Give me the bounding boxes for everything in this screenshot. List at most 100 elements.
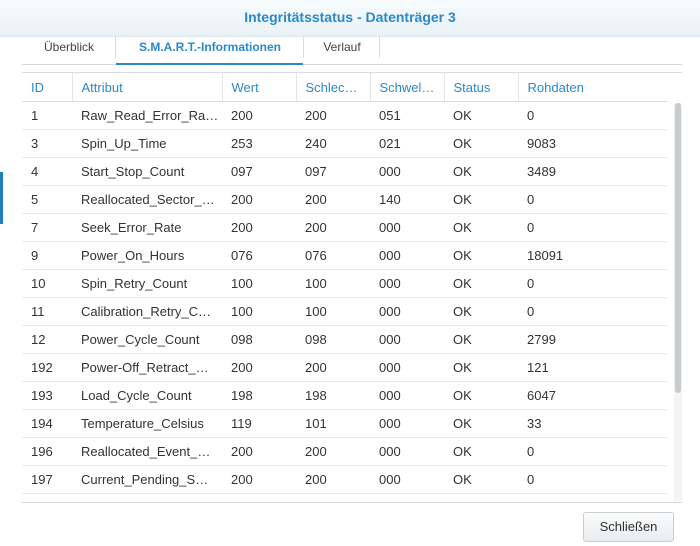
column-header-raw[interactable]: Rohdaten [518, 73, 668, 102]
table-row[interactable]: 9 Power_On_Hours 076 076 000 OK 18091 [22, 241, 668, 270]
cell-id: 11 [22, 297, 72, 326]
cell-threshold: 000 [370, 465, 444, 494]
cell-threshold: 051 [370, 101, 444, 130]
cell-status: OK [444, 129, 518, 158]
scrollbar-thumb[interactable] [675, 103, 681, 393]
cell-id: 5 [22, 185, 72, 214]
table-row[interactable]: 194 Temperature_Celsius 119 101 000 OK 33 [22, 409, 668, 438]
column-header-worst[interactable]: Schlec… [296, 73, 371, 102]
tab-divider [379, 36, 380, 58]
tab-smart-info[interactable]: S.M.A.R.T.-Informationen [116, 36, 304, 65]
cell-value: 097 [222, 157, 296, 186]
cell-value: 200 [222, 465, 296, 494]
cell-raw: 0 [518, 213, 668, 242]
cell-threshold: 000 [370, 157, 444, 186]
footer-divider [22, 502, 682, 503]
cell-worst: 200 [296, 353, 370, 382]
table-row[interactable]: 193 Load_Cycle_Count 198 198 000 OK 6047 [22, 381, 668, 410]
cell-value: 119 [222, 409, 296, 438]
cell-attribute: Reallocated_Event_… [72, 437, 222, 466]
cell-raw: 0 [518, 465, 668, 494]
tab-bar: Überblick S.M.A.R.T.-Informationen Verla… [22, 36, 682, 65]
cell-id: 3 [22, 129, 72, 158]
cell-attribute: Power_Cycle_Count [72, 325, 222, 354]
cell-status: OK [444, 297, 518, 326]
cell-attribute: Power-Off_Retract_… [72, 353, 222, 382]
cell-threshold: 000 [370, 437, 444, 466]
table-row[interactable]: 7 Seek_Error_Rate 200 200 000 OK 0 [22, 213, 668, 242]
tab-label: S.M.A.R.T.-Informationen [139, 40, 281, 54]
table-row[interactable]: 3 Spin_Up_Time 253 240 021 OK 9083 [22, 129, 668, 158]
column-header-attribute[interactable]: Attribut [72, 73, 223, 102]
table-row[interactable]: 10 Spin_Retry_Count 100 100 000 OK 0 [22, 269, 668, 298]
cell-raw: 0 [518, 185, 668, 214]
cell-id: 10 [22, 269, 72, 298]
cell-status: OK [444, 185, 518, 214]
cell-id: 7 [22, 213, 72, 242]
cell-id: 193 [22, 381, 72, 410]
cell-attribute: Power_On_Hours [72, 241, 222, 270]
cell-worst: 098 [296, 325, 370, 354]
cell-worst: 100 [296, 297, 370, 326]
table-row[interactable]: 192 Power-Off_Retract_… 200 200 000 OK 121 [22, 353, 668, 382]
cell-worst: 097 [296, 157, 370, 186]
cell-raw: 0 [518, 297, 668, 326]
cell-attribute: Current_Pending_S… [72, 465, 222, 494]
cell-id: 197 [22, 465, 72, 494]
tab-overview[interactable]: Überblick [22, 36, 116, 64]
cell-status: OK [444, 241, 518, 270]
cell-threshold: 000 [370, 213, 444, 242]
cell-status: OK [444, 353, 518, 382]
cell-attribute: Temperature_Celsius [72, 409, 222, 438]
smart-table-container: ID Attribut Wert Schlec… Schwel… Status … [22, 72, 682, 501]
cell-value: 253 [222, 129, 296, 158]
cell-id: 4 [22, 157, 72, 186]
table-row[interactable]: 197 Current_Pending_S… 200 200 000 OK 0 [22, 465, 668, 494]
table-row[interactable]: 196 Reallocated_Event_… 200 200 000 OK 0 [22, 437, 668, 466]
column-header-id[interactable]: ID [22, 73, 73, 102]
vertical-scrollbar[interactable] [674, 103, 682, 501]
table-row[interactable]: 4 Start_Stop_Count 097 097 000 OK 3489 [22, 157, 668, 186]
cell-id: 196 [22, 437, 72, 466]
cell-value: 200 [222, 353, 296, 382]
cell-worst: 200 [296, 101, 370, 130]
dialog-titlebar: Integritätsstatus - Datenträger 3 [0, 0, 700, 37]
cell-worst: 100 [296, 269, 370, 298]
column-header-threshold[interactable]: Schwel… [370, 73, 445, 102]
close-button[interactable]: Schließen [583, 512, 674, 542]
cell-value: 076 [222, 241, 296, 270]
cell-value: 100 [222, 297, 296, 326]
cell-status: OK [444, 157, 518, 186]
cell-attribute: Spin_Retry_Count [72, 269, 222, 298]
cell-threshold: 000 [370, 381, 444, 410]
table-row[interactable]: 1 Raw_Read_Error_Ra… 200 200 051 OK 0 [22, 101, 668, 130]
cell-worst: 240 [296, 129, 370, 158]
cell-worst: 198 [296, 381, 370, 410]
table-header-row: ID Attribut Wert Schlec… Schwel… Status … [22, 73, 668, 102]
table-row[interactable]: 5 Reallocated_Sector_… 200 200 140 OK 0 [22, 185, 668, 214]
cell-threshold: 000 [370, 409, 444, 438]
cell-id: 1 [22, 101, 72, 130]
cell-status: OK [444, 381, 518, 410]
cell-raw: 3489 [518, 157, 668, 186]
cell-value: 200 [222, 185, 296, 214]
left-edge-accent [0, 172, 3, 224]
cell-raw: 0 [518, 101, 668, 130]
cell-status: OK [444, 101, 518, 130]
cell-attribute: Calibration_Retry_C… [72, 297, 222, 326]
column-header-status[interactable]: Status [444, 73, 519, 102]
cell-worst: 101 [296, 409, 370, 438]
cell-value: 198 [222, 381, 296, 410]
table-row[interactable]: 12 Power_Cycle_Count 098 098 000 OK 2799 [22, 325, 668, 354]
cell-attribute: Load_Cycle_Count [72, 381, 222, 410]
table-row[interactable]: 11 Calibration_Retry_C… 100 100 000 OK 0 [22, 297, 668, 326]
tab-history[interactable]: Verlauf [304, 36, 380, 64]
cell-raw: 0 [518, 437, 668, 466]
cell-status: OK [444, 437, 518, 466]
column-header-value[interactable]: Wert [222, 73, 297, 102]
cell-status: OK [444, 213, 518, 242]
cell-attribute: Start_Stop_Count [72, 157, 222, 186]
cell-raw: 0 [518, 269, 668, 298]
cell-raw: 9083 [518, 129, 668, 158]
cell-status: OK [444, 465, 518, 494]
